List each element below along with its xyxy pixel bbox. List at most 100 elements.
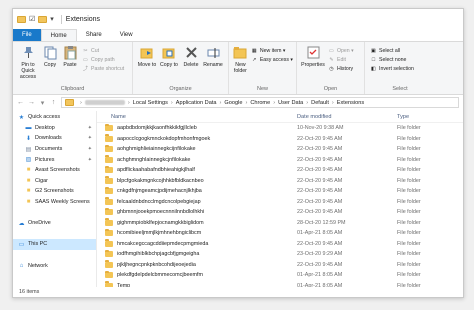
new-folder-icon (233, 45, 248, 60)
nav-item[interactable]: ▭ This PC (13, 239, 96, 250)
rename-button[interactable]: Rename (202, 45, 224, 68)
file-name-cell: aapbdbdomjkkjkaonfhkkikfgjllcleb (97, 123, 297, 132)
chevron-right-icon[interactable]: › (171, 100, 173, 106)
clipboard-group-label: Clipboard (60, 86, 85, 92)
delete-button[interactable]: Delete (180, 45, 202, 68)
file-row[interactable]: plekdfgdelpdelcbmmecomcjbeemfm 01-Apr-21 … (97, 270, 463, 281)
nav-item[interactable]: ⬇ Downloads ✦ (13, 133, 96, 144)
file-row[interactable]: achghmnghlainnegkcjnfilokake 22-Oct-20 9:… (97, 155, 463, 166)
easy-access-icon: ↗ (252, 56, 257, 63)
file-type: File folder (397, 240, 421, 247)
chevron-right-icon[interactable]: › (306, 100, 308, 106)
select-all-button[interactable]: ▣ Select all (370, 47, 414, 54)
select-small-actions: ▣ Select all □ Select none ◧ Invert selecti… (370, 45, 414, 72)
tab-view[interactable]: View (111, 29, 142, 41)
file-name-cell: iodfhmgihiblkbchpjagcbfjgmgeigha (97, 249, 297, 258)
nav-item[interactable]: ■ Cigar (13, 176, 96, 187)
pin-quick-access-button[interactable]: Pin to Quick access (16, 45, 40, 80)
status-bar: 16 items (13, 287, 463, 297)
file-row[interactable]: cnkgdfnjmgeamcjpdijmehacnjlkhjba 22-Oct-2… (97, 186, 463, 197)
file-row[interactable]: aapocclcgogkmnckokdopfmhonfmgoek 22-Oct-2… (97, 134, 463, 145)
chevron-right-icon[interactable]: › (332, 100, 334, 106)
file-row[interactable]: apdflickaahabafndbhieahigkjlhalf 22-Oct-2… (97, 165, 463, 176)
breadcrumb-item[interactable]: Application Data (176, 100, 217, 106)
paste-button[interactable]: Paste (60, 45, 80, 68)
folder-icon (105, 134, 113, 142)
paste-icon (63, 45, 78, 60)
nav-item[interactable]: ★ Quick access (13, 112, 96, 123)
select-none-button[interactable]: □ Select none (370, 56, 414, 63)
file-name-cell: blpcfgokakmgnkcojhhkbfbldkacnbeo (97, 176, 297, 184)
history-button[interactable]: ◷ History (328, 65, 354, 72)
pinned-icon: ✦ (87, 156, 92, 163)
tab-file[interactable]: File (13, 29, 41, 41)
file-row[interactable]: hmcakcegccagcddiiepmdecpmgmieda 22-Oct-20… (97, 239, 463, 250)
edit-button[interactable]: ✎ Edit (328, 56, 354, 63)
file-row[interactable]: hcomibieeljmmjlkjmhnehbngiclibcm 01-Apr-2… (97, 228, 463, 239)
file-row[interactable]: gighmmpiobklfepjocnamgkkbiglidom 28-Oct-2… (97, 218, 463, 229)
file-row[interactable]: pjkljhegncpnkpknbcohdijeoejedia 22-Oct-20… (97, 260, 463, 271)
dropdown-icon[interactable]: ▾ (50, 15, 54, 23)
properties-button[interactable]: Properties (300, 45, 326, 68)
chevron-right-icon[interactable]: › (245, 100, 247, 106)
file-row[interactable]: aohghmighlieiainnegkcijnfilokake 22-Oct-2… (97, 144, 463, 155)
nav-item[interactable]: ■ G2 Screenshots (13, 186, 96, 197)
open-button[interactable]: ▭ Open ▾ (328, 47, 354, 54)
tab-share[interactable]: Share (77, 29, 111, 41)
breadcrumb-item[interactable]: Chrome (250, 100, 270, 106)
column-header-type[interactable]: Type (397, 114, 457, 120)
nav-item[interactable]: ⌂ Network (13, 260, 96, 271)
copy-to-button[interactable]: Copy to (158, 45, 180, 68)
paste-shortcut-button[interactable]: ⤴ Paste shortcut (82, 65, 124, 73)
file-row[interactable]: blpcfgokakmgnkcojhhkbfbldkacnbeo 22-Oct-2… (97, 176, 463, 187)
pinned-icon: ✦ (87, 135, 92, 142)
nav-item-label: This PC (28, 241, 48, 248)
invert-selection-button[interactable]: ◧ Invert selection (370, 65, 414, 72)
folder-app-icon (17, 15, 26, 23)
up-arrow-icon[interactable]: ↑ (50, 99, 57, 106)
column-header-date[interactable]: Date modified (297, 114, 397, 120)
copy-button[interactable]: Copy (40, 45, 60, 68)
cut-button[interactable]: ✂ Cut (82, 47, 124, 54)
clipboard-small-actions: ✂ Cut ▭ Copy path ⤴ Paste shortcut (82, 45, 124, 73)
copy-path-button[interactable]: ▭ Copy path (82, 56, 124, 63)
breadcrumb-item[interactable]: Local Settings (133, 100, 168, 106)
tab-home[interactable]: Home (40, 29, 77, 41)
column-header-name[interactable]: Name (97, 114, 297, 120)
checkbox-icon[interactable]: ☑ (29, 15, 35, 23)
move-to-button[interactable]: Move to (136, 45, 158, 68)
back-arrow-icon[interactable]: ← (17, 99, 24, 106)
new-item-button[interactable]: ▦ New item ▾ (251, 47, 293, 54)
window-title: Extensions (65, 15, 101, 23)
breadcrumb-item[interactable]: Default (311, 100, 329, 106)
file-row[interactable]: felcaaldnbdncclmgdcncolpebgiejap 22-Oct-2… (97, 197, 463, 208)
nav-item[interactable]: ■ SAAS Weekly Screens (13, 197, 96, 208)
chevron-right-icon[interactable]: › (220, 100, 222, 106)
new-folder-quick-icon[interactable] (38, 15, 48, 23)
recent-dropdown-icon[interactable]: ▾ (39, 99, 46, 107)
nav-item[interactable]: ☁ OneDrive (13, 218, 96, 229)
new-folder-button[interactable]: New folder (232, 45, 249, 74)
address-bar[interactable]: › › Local Settings › Application Data › Goog… (61, 97, 459, 108)
file-name: hmcakcegccagcddiiepmdecpmgmieda (117, 240, 209, 247)
breadcrumb-item[interactable]: Extensions (337, 100, 364, 106)
ribbon: Pin to Quick access Copy Paste ✂ Cut ▭ Cop… (13, 41, 463, 95)
move-to-icon (140, 45, 155, 60)
nav-item[interactable]: ■ Avast Screenshots (13, 165, 96, 176)
file-row[interactable]: ghbmnnjooekpmoecnnnilnnbdlolhkhi 22-Oct-2… (97, 207, 463, 218)
chevron-right-icon[interactable]: › (273, 100, 275, 106)
file-row[interactable]: aapbdbdomjkkjkaonfhkkikfgjllcleb 10-Nov-2… (97, 123, 463, 134)
easy-access-button[interactable]: ↗ Easy access ▾ (251, 56, 293, 63)
forward-arrow-icon[interactable]: → (28, 99, 35, 106)
folder-icon (105, 228, 113, 237)
redacted-path-segment (84, 100, 125, 105)
file-type: File folder (397, 209, 421, 216)
nav-item[interactable]: ▨ Pictures ✦ (13, 154, 96, 165)
file-row[interactable]: iodfhmgihiblkbchpjagcbfjgmgeigha 23-Oct-2… (97, 249, 463, 260)
breadcrumb-item[interactable]: Google (224, 100, 242, 106)
nav-item[interactable]: ▤ Documents ✦ (13, 144, 96, 155)
copy-to-label: Copy to (160, 62, 178, 68)
file-name: iodfhmgihiblkbchpjagcbfjgmgeigha (117, 251, 200, 258)
breadcrumb-item[interactable]: User Data (278, 100, 303, 106)
nav-item[interactable]: ▬ Desktop ✦ (13, 123, 96, 134)
